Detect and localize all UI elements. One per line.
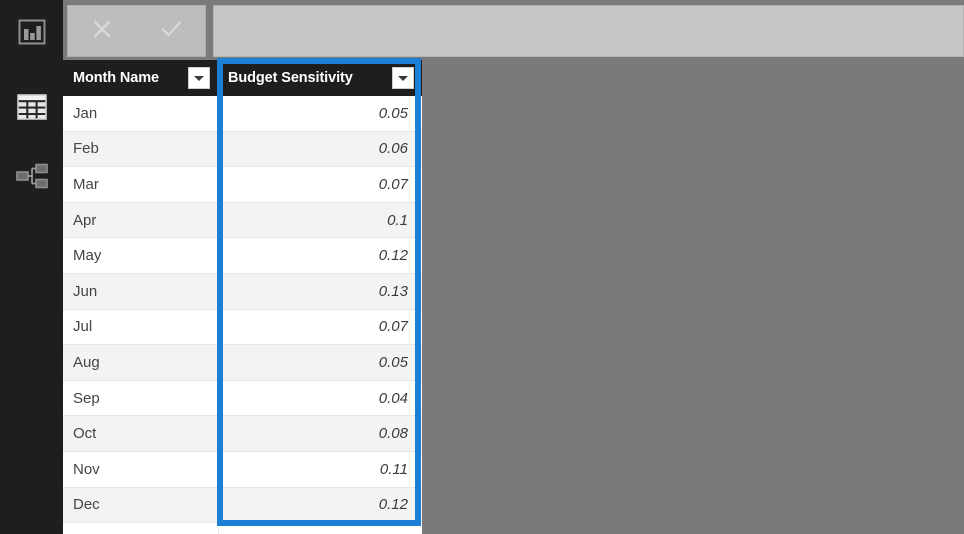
formula-bar-region bbox=[63, 0, 964, 60]
left-navigation-rail bbox=[0, 0, 63, 534]
cell-budget-sensitivity[interactable]: 0.12 bbox=[218, 496, 422, 513]
table-row[interactable]: Jul 0.07 bbox=[63, 309, 422, 346]
cell-budget-sensitivity[interactable]: 0.11 bbox=[218, 461, 422, 478]
sidebar-item-report[interactable] bbox=[0, 8, 63, 60]
cell-budget-sensitivity[interactable]: 0.06 bbox=[218, 140, 422, 157]
cell-budget-sensitivity[interactable]: 0.07 bbox=[218, 176, 422, 193]
cancel-edit-button[interactable] bbox=[68, 6, 137, 56]
column-header-label: Budget Sensitivity bbox=[228, 70, 353, 86]
model-relationships-icon bbox=[15, 161, 49, 196]
cell-budget-sensitivity[interactable]: 0.05 bbox=[218, 354, 422, 371]
column-filter-month-name[interactable] bbox=[188, 67, 210, 89]
cell-budget-sensitivity[interactable]: 0.12 bbox=[218, 247, 422, 264]
cell-budget-sensitivity[interactable]: 0.04 bbox=[218, 390, 422, 407]
column-header-budget-sensitivity[interactable]: Budget Sensitivity bbox=[218, 60, 422, 96]
cell-budget-sensitivity[interactable]: 0.1 bbox=[218, 212, 422, 229]
app-window: Month Name Budget Sensitivity Jan 0.05 Feb… bbox=[0, 0, 964, 534]
close-x-icon bbox=[87, 14, 117, 49]
cell-month-name[interactable]: May bbox=[63, 247, 218, 264]
data-grid: Month Name Budget Sensitivity Jan 0.05 Feb… bbox=[63, 60, 422, 534]
column-header-month-name[interactable]: Month Name bbox=[63, 60, 218, 96]
table-row[interactable]: Jan 0.05 bbox=[63, 96, 422, 132]
cell-month-name[interactable]: Nov bbox=[63, 461, 218, 478]
table-row[interactable]: Feb 0.06 bbox=[63, 131, 422, 168]
table-row[interactable]: May 0.12 bbox=[63, 238, 422, 274]
cell-budget-sensitivity[interactable]: 0.13 bbox=[218, 283, 422, 300]
grid-body: Jan 0.05 Feb 0.06 Mar 0.07 Apr 0.1 May 0.12 Jun 0.1… bbox=[63, 96, 422, 524]
cell-month-name[interactable]: Aug bbox=[63, 354, 218, 371]
chevron-down-icon bbox=[194, 75, 204, 81]
cell-month-name[interactable]: Jul bbox=[63, 318, 218, 335]
bar-chart-icon bbox=[17, 17, 47, 52]
formula-action-buttons bbox=[67, 5, 206, 57]
cell-month-name[interactable]: Dec bbox=[63, 496, 218, 513]
cell-month-name[interactable]: Feb bbox=[63, 140, 218, 157]
sidebar-item-data[interactable] bbox=[0, 83, 63, 135]
table-row[interactable]: Dec 0.12 bbox=[63, 487, 422, 524]
table-row[interactable]: Nov 0.11 bbox=[63, 451, 422, 488]
cell-budget-sensitivity[interactable]: 0.05 bbox=[218, 105, 422, 122]
chevron-down-icon bbox=[398, 75, 408, 81]
table-row[interactable]: Apr 0.1 bbox=[63, 202, 422, 239]
table-row[interactable]: Sep 0.04 bbox=[63, 380, 422, 417]
sidebar-item-model[interactable] bbox=[0, 152, 63, 204]
grid-header-row: Month Name Budget Sensitivity bbox=[63, 60, 422, 96]
cell-month-name[interactable]: Apr bbox=[63, 212, 218, 229]
cell-budget-sensitivity[interactable]: 0.07 bbox=[218, 318, 422, 335]
column-filter-budget-sensitivity[interactable] bbox=[392, 67, 414, 89]
column-header-label: Month Name bbox=[73, 70, 160, 86]
cell-month-name[interactable]: Sep bbox=[63, 390, 218, 407]
table-row[interactable]: Oct 0.08 bbox=[63, 416, 422, 452]
commit-edit-button[interactable] bbox=[137, 6, 206, 56]
table-grid-icon bbox=[16, 92, 48, 127]
table-row[interactable]: Mar 0.07 bbox=[63, 167, 422, 203]
cell-month-name[interactable]: Jun bbox=[63, 283, 218, 300]
cell-month-name[interactable]: Oct bbox=[63, 425, 218, 442]
table-row[interactable]: Jun 0.13 bbox=[63, 273, 422, 310]
cell-month-name[interactable]: Jan bbox=[63, 105, 218, 122]
cell-month-name[interactable]: Mar bbox=[63, 176, 218, 193]
cell-budget-sensitivity[interactable]: 0.08 bbox=[218, 425, 422, 442]
table-row[interactable]: Aug 0.05 bbox=[63, 345, 422, 381]
formula-bar bbox=[67, 5, 964, 57]
formula-input[interactable] bbox=[213, 5, 964, 57]
check-icon bbox=[156, 14, 186, 49]
